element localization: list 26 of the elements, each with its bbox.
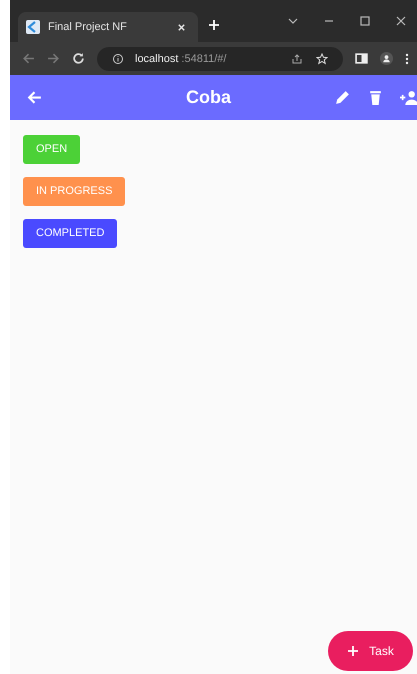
url-path: :54811/#/ [181, 52, 226, 64]
close-icon[interactable] [395, 15, 407, 27]
add-task-button[interactable]: Task [328, 631, 413, 671]
trash-icon[interactable] [367, 89, 384, 106]
app-logo-icon [26, 20, 40, 34]
share-icon[interactable] [291, 52, 303, 64]
profile-icon[interactable] [380, 52, 393, 65]
new-tab-icon[interactable] [208, 19, 220, 31]
side-panel-icon[interactable] [355, 52, 368, 65]
pencil-icon[interactable] [334, 89, 351, 106]
menu-icon[interactable] [405, 52, 409, 64]
info-icon [112, 52, 124, 64]
reload-icon[interactable] [72, 52, 85, 65]
browser-tab[interactable]: Final Project NF [18, 12, 198, 42]
status-button[interactable]: COMPLETED [23, 219, 118, 248]
add-person-icon[interactable] [400, 89, 417, 106]
app-bar-title: Coba [186, 87, 231, 108]
forward-arrow-icon[interactable] [47, 52, 60, 65]
back-arrow-icon[interactable] [22, 52, 35, 65]
maximize-icon[interactable] [359, 15, 371, 27]
star-icon[interactable] [316, 52, 328, 64]
tab-title: Final Project NF [48, 21, 128, 33]
plus-icon [347, 645, 360, 657]
back-arrow-icon[interactable] [26, 89, 43, 106]
address-bar[interactable]: localhost :54811/#/ [97, 46, 343, 70]
url-host: localhost [135, 52, 178, 64]
